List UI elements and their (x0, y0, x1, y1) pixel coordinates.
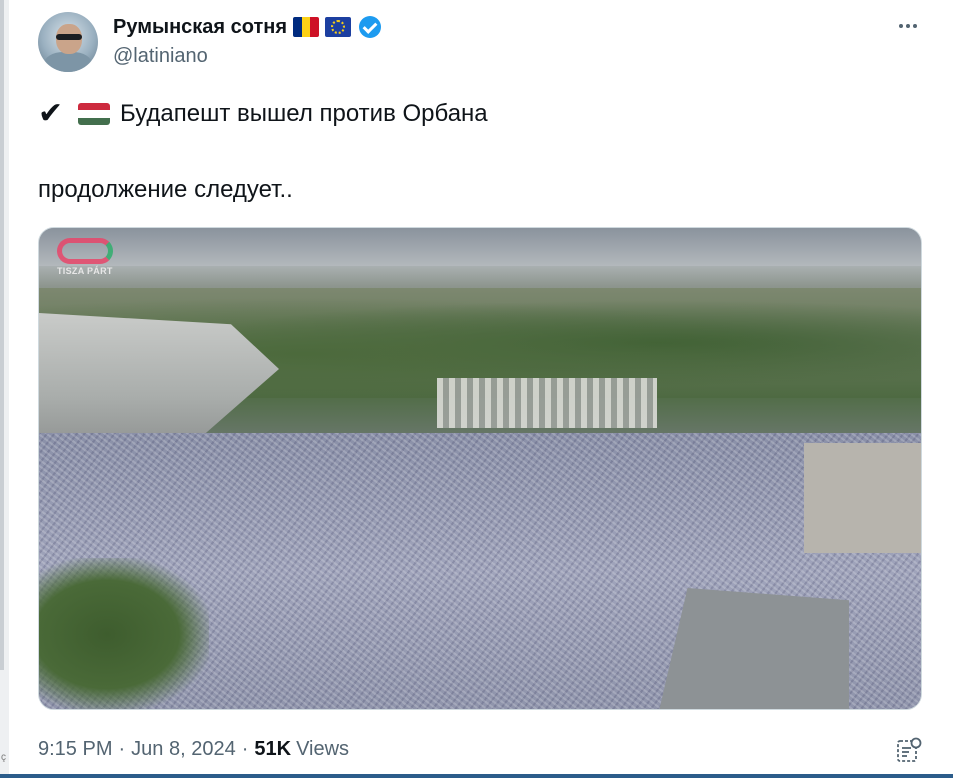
tweet-meta: 9:15 PM · Jun 8, 2024 · 51K Views (38, 738, 349, 761)
tisza-logo-icon (57, 238, 113, 264)
tisza-logo: TISZA PÁRT (55, 238, 119, 278)
author-display-name[interactable]: Румынская сотня (113, 16, 287, 39)
media-roof-right (659, 588, 849, 709)
avatar-glasses-shape (56, 34, 82, 40)
avatar-body-shape (44, 52, 92, 72)
tweet-date[interactable]: Jun 8, 2024 (131, 738, 236, 761)
flag-eu-icon (325, 17, 352, 37)
tweet-time[interactable]: 9:15 PM (38, 738, 112, 761)
check-mark-icon: ✔ (38, 97, 64, 130)
verified-badge-icon[interactable] (359, 16, 382, 38)
window-bottom-border (0, 774, 953, 778)
tisza-logo-text: TISZA PÁRT (57, 266, 113, 276)
tweet-header: Румынская сотня @latiniano (38, 12, 923, 72)
views-label: Views (296, 738, 350, 760)
flag-hungary-icon (78, 103, 110, 125)
media-sky (39, 228, 921, 266)
analytics-icon[interactable] (896, 737, 922, 763)
scroll-strip (0, 0, 4, 670)
edge-mark: ç (1, 752, 6, 763)
more-options-icon[interactable] (893, 16, 923, 36)
media-trees-bottom-left (39, 558, 209, 709)
meta-separator: · (241, 738, 249, 760)
media-building-right (804, 443, 921, 553)
tweet-text-1: Будапешт вышел против Орбана (120, 100, 488, 127)
tweet-text-line-1: ✔ Будапешт вышел против Орбана (38, 99, 488, 129)
tweet-text-line-2: продолжение следует.. (38, 176, 293, 203)
meta-separator: · (118, 738, 126, 760)
window-left-edge: ç (0, 0, 9, 778)
views-count: 51K (254, 738, 292, 760)
author-handle[interactable]: @latiniano (113, 45, 208, 68)
avatar[interactable] (38, 12, 98, 72)
author-name-row: Румынская сотня (113, 14, 382, 40)
tweet-media-image[interactable]: TISZA PÁRT (38, 227, 922, 710)
media-colonnade (437, 378, 657, 428)
flag-romania-icon (293, 17, 320, 37)
